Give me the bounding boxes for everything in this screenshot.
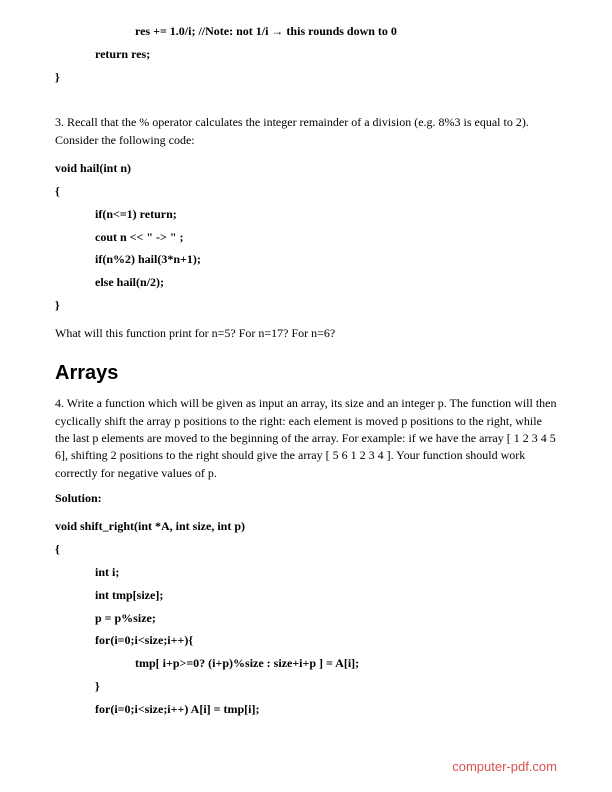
section-heading-arrays: Arrays — [55, 362, 557, 385]
code-line: res += 1.0/i; //Note: not 1/i → this rou… — [135, 20, 557, 43]
code-line: tmp[ i+p>=0? (i+p)%size : size+i+p ] = A… — [135, 652, 557, 675]
code-line: void shift_right(int *A, int size, int p… — [55, 515, 557, 538]
code-line: p = p%size; — [95, 607, 557, 630]
code-line: if(n%2) hail(3*n+1); — [95, 248, 557, 271]
paragraph-question-4: 4. Write a function which will be given … — [55, 395, 557, 482]
code-line: void hail(int n) — [55, 157, 557, 180]
paragraph-question-3: 3. Recall that the % operator calculates… — [55, 114, 557, 149]
footer-source: computer-pdf.com — [452, 759, 557, 774]
page-content: res += 1.0/i; //Note: not 1/i → this rou… — [0, 0, 612, 757]
code-line: } — [55, 66, 557, 89]
solution-label: Solution: — [55, 490, 557, 507]
code-line: cout n << " -> " ; — [95, 226, 557, 249]
paragraph-question-3b: What will this function print for n=5? F… — [55, 325, 557, 342]
code-line: else hail(n/2); — [95, 271, 557, 294]
code-line: if(n<=1) return; — [95, 203, 557, 226]
code-line: } — [55, 294, 557, 317]
code-line: int tmp[size]; — [95, 584, 557, 607]
code-line: { — [55, 180, 557, 203]
code-line: int i; — [95, 561, 557, 584]
code-line: return res; — [95, 43, 557, 66]
code-snippet-3: void shift_right(int *A, int size, int p… — [55, 515, 557, 720]
code-line: for(i=0;i<size;i++) A[i] = tmp[i]; — [95, 698, 557, 721]
code-line: for(i=0;i<size;i++){ — [95, 629, 557, 652]
code-snippet-1: res += 1.0/i; //Note: not 1/i → this rou… — [55, 20, 557, 88]
code-line: { — [55, 538, 557, 561]
code-line: } — [95, 675, 557, 698]
code-snippet-2: void hail(int n) { if(n<=1) return; cout… — [55, 157, 557, 317]
